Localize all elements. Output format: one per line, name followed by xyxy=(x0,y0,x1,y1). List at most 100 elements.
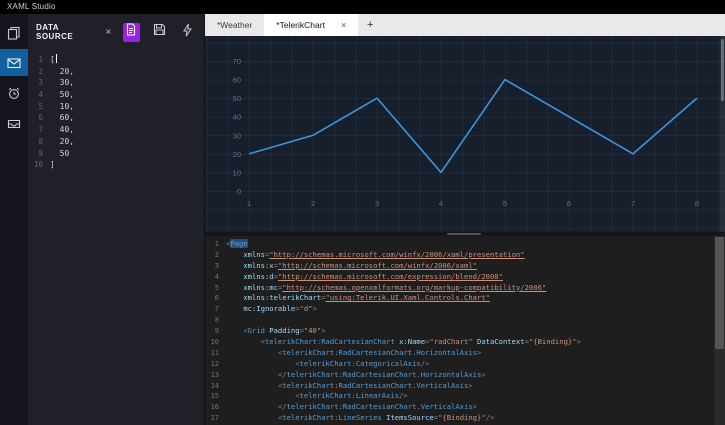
minimap-line xyxy=(675,252,709,254)
code-line[interactable]: 6 xmlns:telerikChart="using:Telerik.UI.X… xyxy=(205,293,725,304)
code-line[interactable]: 13 </telerikChart:RadCartesianChart.Hori… xyxy=(205,370,725,381)
editor-scrollbar-thumb[interactable] xyxy=(715,237,724,349)
x-axis-tick-label: 8 xyxy=(695,199,699,208)
minimap-line xyxy=(675,240,709,242)
minimap-line xyxy=(675,267,709,269)
code-line-text: <telerikChart:RadCartesianChart.Vertical… xyxy=(277,380,473,390)
data-source-line[interactable]: 2 20, xyxy=(28,66,204,78)
minimap-line xyxy=(675,276,709,278)
code-line[interactable]: 2 xmlns="http://schemas.microsoft.com/wi… xyxy=(205,250,725,261)
inbox-tray-icon xyxy=(7,116,21,130)
code-line[interactable]: 3 xmlns:x="http://schemas.microsoft.com/… xyxy=(205,261,725,272)
line-number: 6 xyxy=(214,294,219,303)
line-number: 2 xyxy=(214,250,219,259)
mail-icon xyxy=(7,56,21,70)
line-number: 7 xyxy=(38,125,43,135)
minimap[interactable] xyxy=(675,240,709,291)
code-line-text: xmlns:d="http://schemas.microsoft.com/ex… xyxy=(243,271,503,281)
code-line-text: </telerikChart:RadCartesianChart.Horizon… xyxy=(277,369,486,379)
inbox-button[interactable] xyxy=(0,109,28,136)
line-number: 3 xyxy=(38,78,43,88)
text-caret xyxy=(55,54,57,63)
data-source-line[interactable]: 1[ xyxy=(28,54,204,66)
code-line[interactable]: 8 xyxy=(205,315,725,326)
line-number: 8 xyxy=(38,136,43,146)
minimap-line xyxy=(675,249,709,251)
minimap-line xyxy=(675,264,709,266)
code-line[interactable]: 9 <Grid Padding="40"> xyxy=(205,326,725,337)
line-number: 13 xyxy=(210,370,219,379)
title-bar: XAML Studio xyxy=(0,0,725,14)
y-axis-tick-label: 60 xyxy=(233,76,241,85)
data-source-line[interactable]: 9 50 xyxy=(28,148,204,160)
code-line[interactable]: 15 <telerikChart:LinearAxis/> xyxy=(205,391,725,402)
line-number: 4 xyxy=(214,272,219,281)
code-line[interactable]: 10 <telerikChart:RadCartesianChart x:Nam… xyxy=(205,337,725,348)
preview-scrollbar[interactable] xyxy=(720,36,725,232)
code-line[interactable]: 4 xmlns:d="http://schemas.microsoft.com/… xyxy=(205,272,725,283)
copy-pages-icon xyxy=(7,26,21,40)
activity-bar xyxy=(0,14,28,425)
y-axis-tick-label: 70 xyxy=(233,57,241,66)
save-button[interactable] xyxy=(152,23,168,42)
code-line-text: xmlns:mc="http://schemas.openxmlformats.… xyxy=(243,282,547,292)
code-editor[interactable]: 1 <Page 2 xmlns="http://schemas.microsoft.… xyxy=(205,236,725,425)
data-source-title: DATA SOURCE xyxy=(36,23,74,41)
x-axis-tick-label: 4 xyxy=(439,199,443,208)
line-number: 11 xyxy=(210,348,219,357)
code-line[interactable]: 12 <telerikChart:CategoricalAxis/> xyxy=(205,359,725,370)
line-number: 5 xyxy=(38,101,43,111)
data-source-line[interactable]: 10] xyxy=(28,159,204,171)
tab-weather[interactable]: *Weather xyxy=(205,14,264,36)
code-line-text: <telerikChart:RadCartesianChart x:Name="… xyxy=(260,337,581,347)
x-axis-tick-label: 2 xyxy=(311,199,315,208)
data-source-header: DATA SOURCE × xyxy=(28,14,204,50)
data-source-button[interactable] xyxy=(0,49,28,76)
tab-telerikchart[interactable]: *TelerikChart × xyxy=(264,14,359,36)
line-number: 8 xyxy=(214,316,219,325)
code-line-text: <telerikChart:CategoricalAxis/> xyxy=(295,358,430,368)
data-source-close-icon[interactable]: × xyxy=(106,27,112,38)
data-source-line[interactable]: 5 10, xyxy=(28,101,204,113)
data-source-line[interactable]: 4 50, xyxy=(28,89,204,101)
preview-scrollbar-thumb[interactable] xyxy=(721,39,724,101)
chart-svg: 70 60 50 40 30 20 10 01 2 3 4 5 6 7 8 xyxy=(233,57,699,208)
code-line-text: <telerikChart:LinearAxis/> xyxy=(295,391,408,401)
live-data-button[interactable] xyxy=(180,23,196,42)
data-source-line[interactable]: 6 60, xyxy=(28,112,204,124)
splitter-grip[interactable] xyxy=(447,233,481,235)
minimap-line xyxy=(675,282,709,284)
code-line[interactable]: 1 <Page xyxy=(205,239,725,250)
data-source-line-text: 60, xyxy=(50,113,75,123)
line-number: 14 xyxy=(210,381,219,390)
code-line[interactable]: 14 <telerikChart:RadCartesianChart.Verti… xyxy=(205,381,725,392)
code-line[interactable]: 5 xmlns:mc="http://schemas.openxmlformat… xyxy=(205,283,725,294)
x-axis-tick-label: 7 xyxy=(631,199,635,208)
tab-close-icon[interactable]: × xyxy=(341,20,346,30)
code-line[interactable]: 11 <telerikChart:RadCartesianChart.Horiz… xyxy=(205,348,725,359)
data-source-line-text: 10, xyxy=(50,101,75,111)
y-axis-tick-label: 50 xyxy=(233,94,241,103)
data-source-line[interactable]: 8 20, xyxy=(28,136,204,148)
y-axis-tick-label: 0 xyxy=(237,187,241,196)
alarm-button[interactable] xyxy=(0,79,28,106)
new-document-button[interactable] xyxy=(123,22,140,42)
save-icon xyxy=(153,23,166,41)
data-source-line-text: ] xyxy=(50,160,55,170)
code-line[interactable]: 7 mc:Ignorable="d"> xyxy=(205,304,725,315)
tab-strip: *Weather *TelerikChart × xyxy=(205,14,359,36)
copy-pages-button[interactable] xyxy=(0,19,28,46)
document-icon xyxy=(125,23,137,41)
line-number: 2 xyxy=(38,66,43,76)
data-source-line[interactable]: 3 30, xyxy=(28,77,204,89)
y-axis-tick-label: 40 xyxy=(233,113,241,122)
data-source-line[interactable]: 7 40, xyxy=(28,124,204,136)
code-lines: 1 <Page 2 xmlns="http://schemas.microsoft.… xyxy=(205,239,725,424)
app-title: XAML Studio xyxy=(7,2,56,11)
code-line[interactable]: 16 </telerikChart:RadCartesianChart.Vert… xyxy=(205,402,725,413)
line-number: 9 xyxy=(38,148,43,158)
data-source-editor[interactable]: 1[2 20, 3 30, 4 50, 5 10, 6 60, 7 40, 8 20, 9 5… xyxy=(28,50,204,171)
code-line[interactable]: 17 <telerikChart:LineSeries ItemsSource=… xyxy=(205,413,725,424)
new-tab-button[interactable]: + xyxy=(358,14,382,36)
editor-scrollbar[interactable] xyxy=(714,236,725,425)
